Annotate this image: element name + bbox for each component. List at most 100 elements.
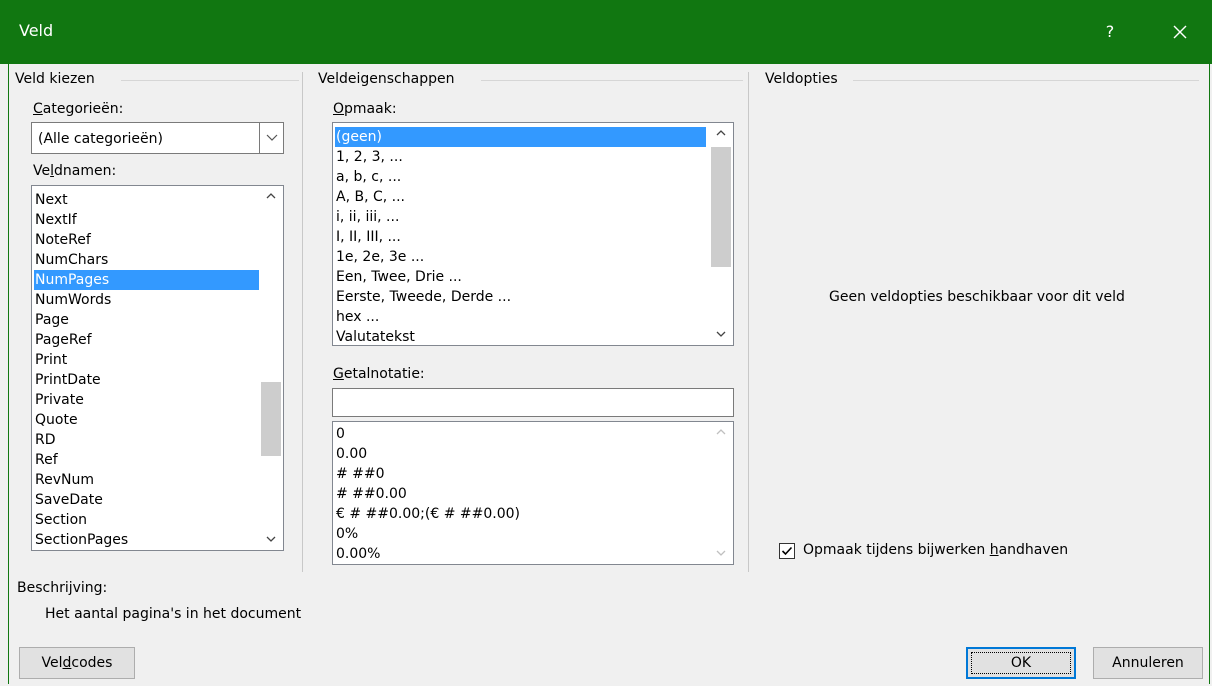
- format-mnemonic: O: [333, 101, 345, 117]
- field-codes-label-pre: Vel: [41, 655, 63, 671]
- close-button[interactable]: [1160, 14, 1200, 50]
- field-name-item[interactable]: PageRef: [34, 330, 260, 350]
- field-name-item[interactable]: NumWords: [34, 290, 260, 310]
- field-options-group-line: [853, 80, 1199, 81]
- preserve-formatting-label[interactable]: Opmaak tijdens bijwerken handhaven: [803, 542, 1068, 558]
- chevron-down-icon: [266, 536, 276, 542]
- format-item[interactable]: a, b, c, ...: [335, 167, 706, 187]
- preserve-formatting-label-pre: Opmaak tijdens bijwerken: [803, 542, 990, 558]
- field-names-scrollbar[interactable]: [259, 186, 283, 550]
- format-item[interactable]: A, B, C, ...: [335, 187, 706, 207]
- column-separator: [302, 72, 303, 572]
- scroll-up-button[interactable]: [709, 422, 733, 442]
- format-label-rest: pmaak:: [344, 101, 397, 117]
- chevron-down-icon: [266, 134, 278, 141]
- format-item[interactable]: I, II, III, ...: [335, 227, 706, 247]
- no-field-options-message: Geen veldopties beschikbaar voor dit vel…: [829, 289, 1125, 305]
- number-format-item[interactable]: € # ##0.00;(€ # ##0.00): [335, 504, 706, 524]
- scroll-thumb[interactable]: [711, 147, 731, 267]
- number-format-item[interactable]: 0: [335, 424, 706, 444]
- number-format-item[interactable]: # ##0.00: [335, 484, 706, 504]
- format-item-selected[interactable]: (geen): [335, 127, 706, 147]
- field-codes-button[interactable]: Veldcodes: [19, 647, 135, 679]
- scroll-thumb[interactable]: [261, 382, 281, 456]
- format-scrollbar[interactable]: [709, 123, 733, 345]
- categories-dropdown-button[interactable]: [259, 123, 283, 153]
- scroll-up-button[interactable]: [259, 186, 283, 206]
- chevron-down-icon: [716, 331, 726, 337]
- field-names-label-pre: Ve: [33, 163, 51, 179]
- number-format-scrollbar[interactable]: [709, 422, 733, 564]
- checkmark-icon: [781, 546, 793, 556]
- format-item[interactable]: 1e, 2e, 3e ...: [335, 247, 706, 267]
- preserve-formatting-checkbox[interactable]: [779, 543, 795, 559]
- choose-field-group-line: [121, 80, 299, 81]
- title-bar: Veld ?: [0, 0, 1212, 64]
- format-item[interactable]: i, ii, iii, ...: [335, 207, 706, 227]
- field-names-label-rest: dnamen:: [54, 163, 117, 179]
- field-name-item[interactable]: Quote: [34, 410, 260, 430]
- field-name-item[interactable]: Private: [34, 390, 260, 410]
- preserve-formatting-mnemonic: h: [989, 542, 999, 558]
- number-format-item[interactable]: 0%: [335, 524, 706, 544]
- field-name-item[interactable]: RevNum: [34, 470, 260, 490]
- focus-rectangle: [971, 652, 1071, 674]
- field-name-item[interactable]: Section: [34, 510, 260, 530]
- field-name-item[interactable]: NumChars: [34, 250, 260, 270]
- field-name-item[interactable]: PrintDate: [34, 370, 260, 390]
- ok-button[interactable]: OK: [966, 647, 1076, 679]
- field-name-item[interactable]: Ref: [34, 450, 260, 470]
- field-name-item[interactable]: Next: [34, 190, 260, 210]
- number-format-item[interactable]: 0.00%: [335, 544, 706, 564]
- chevron-up-icon: [716, 429, 726, 435]
- number-format-item[interactable]: # ##0: [335, 464, 706, 484]
- categories-value: (Alle categorieën): [38, 131, 163, 147]
- number-format-label: Getalnotatie:: [333, 366, 425, 382]
- chevron-up-icon: [266, 193, 276, 199]
- field-properties-group-label: Veldeigenschappen: [318, 71, 455, 87]
- number-format-mnemonic: G: [333, 366, 344, 382]
- field-name-item-selected[interactable]: NumPages: [34, 270, 260, 290]
- description-label: Beschrijving:: [17, 580, 108, 596]
- number-format-input[interactable]: [332, 388, 734, 417]
- field-name-item[interactable]: Page: [34, 310, 260, 330]
- format-item[interactable]: Een, Twee, Drie ...: [335, 267, 706, 287]
- format-item[interactable]: hex ...: [335, 307, 706, 327]
- number-format-item[interactable]: 0.00: [335, 444, 706, 464]
- field-name-item[interactable]: Print: [34, 350, 260, 370]
- categories-mnemonic: C: [33, 101, 43, 117]
- dialog-title: Veld: [19, 21, 54, 40]
- categories-label-rest: ategorieën:: [42, 101, 124, 117]
- preserve-formatting-label-rest: andhaven: [998, 542, 1069, 558]
- format-label: Opmaak:: [333, 101, 397, 117]
- description-text: Het aantal pagina's in het document: [45, 606, 302, 622]
- format-item[interactable]: 1, 2, 3, ...: [335, 147, 706, 167]
- categories-combobox[interactable]: (Alle categorieën): [31, 122, 284, 154]
- cancel-button[interactable]: Annuleren: [1093, 647, 1203, 679]
- field-properties-group-line: [481, 80, 743, 81]
- number-format-listbox[interactable]: 0 0.00 # ##0 # ##0.00 € # ##0.00;(€ # ##…: [332, 421, 734, 565]
- field-name-item[interactable]: SectionPages: [34, 530, 260, 550]
- scroll-down-button[interactable]: [709, 325, 733, 345]
- choose-field-group-label: Veld kiezen: [15, 71, 95, 87]
- column-separator: [748, 72, 749, 572]
- dialog-body: Veld kiezen Categorieën: (Alle categorie…: [8, 64, 1210, 684]
- categories-label: Categorieën:: [33, 101, 123, 117]
- field-names-label: Veldnamen:: [33, 163, 116, 179]
- chevron-up-icon: [716, 130, 726, 136]
- scroll-up-button[interactable]: [709, 123, 733, 143]
- format-item[interactable]: Valutatekst: [335, 327, 706, 345]
- close-icon: [1173, 25, 1187, 39]
- field-name-item[interactable]: NoteRef: [34, 230, 260, 250]
- field-name-item[interactable]: RD: [34, 430, 260, 450]
- field-names-listbox[interactable]: Next NextIf NoteRef NumChars NumPages Nu…: [31, 185, 284, 551]
- field-codes-label-rest: codes: [71, 655, 113, 671]
- scroll-down-button[interactable]: [259, 530, 283, 550]
- help-button[interactable]: ?: [1092, 14, 1128, 50]
- field-name-item[interactable]: SaveDate: [34, 490, 260, 510]
- chevron-down-icon: [716, 550, 726, 556]
- format-listbox[interactable]: (geen) 1, 2, 3, ... a, b, c, ... A, B, C…: [332, 122, 734, 346]
- field-name-item[interactable]: NextIf: [34, 210, 260, 230]
- format-item[interactable]: Eerste, Tweede, Derde ...: [335, 287, 706, 307]
- scroll-down-button[interactable]: [709, 544, 733, 564]
